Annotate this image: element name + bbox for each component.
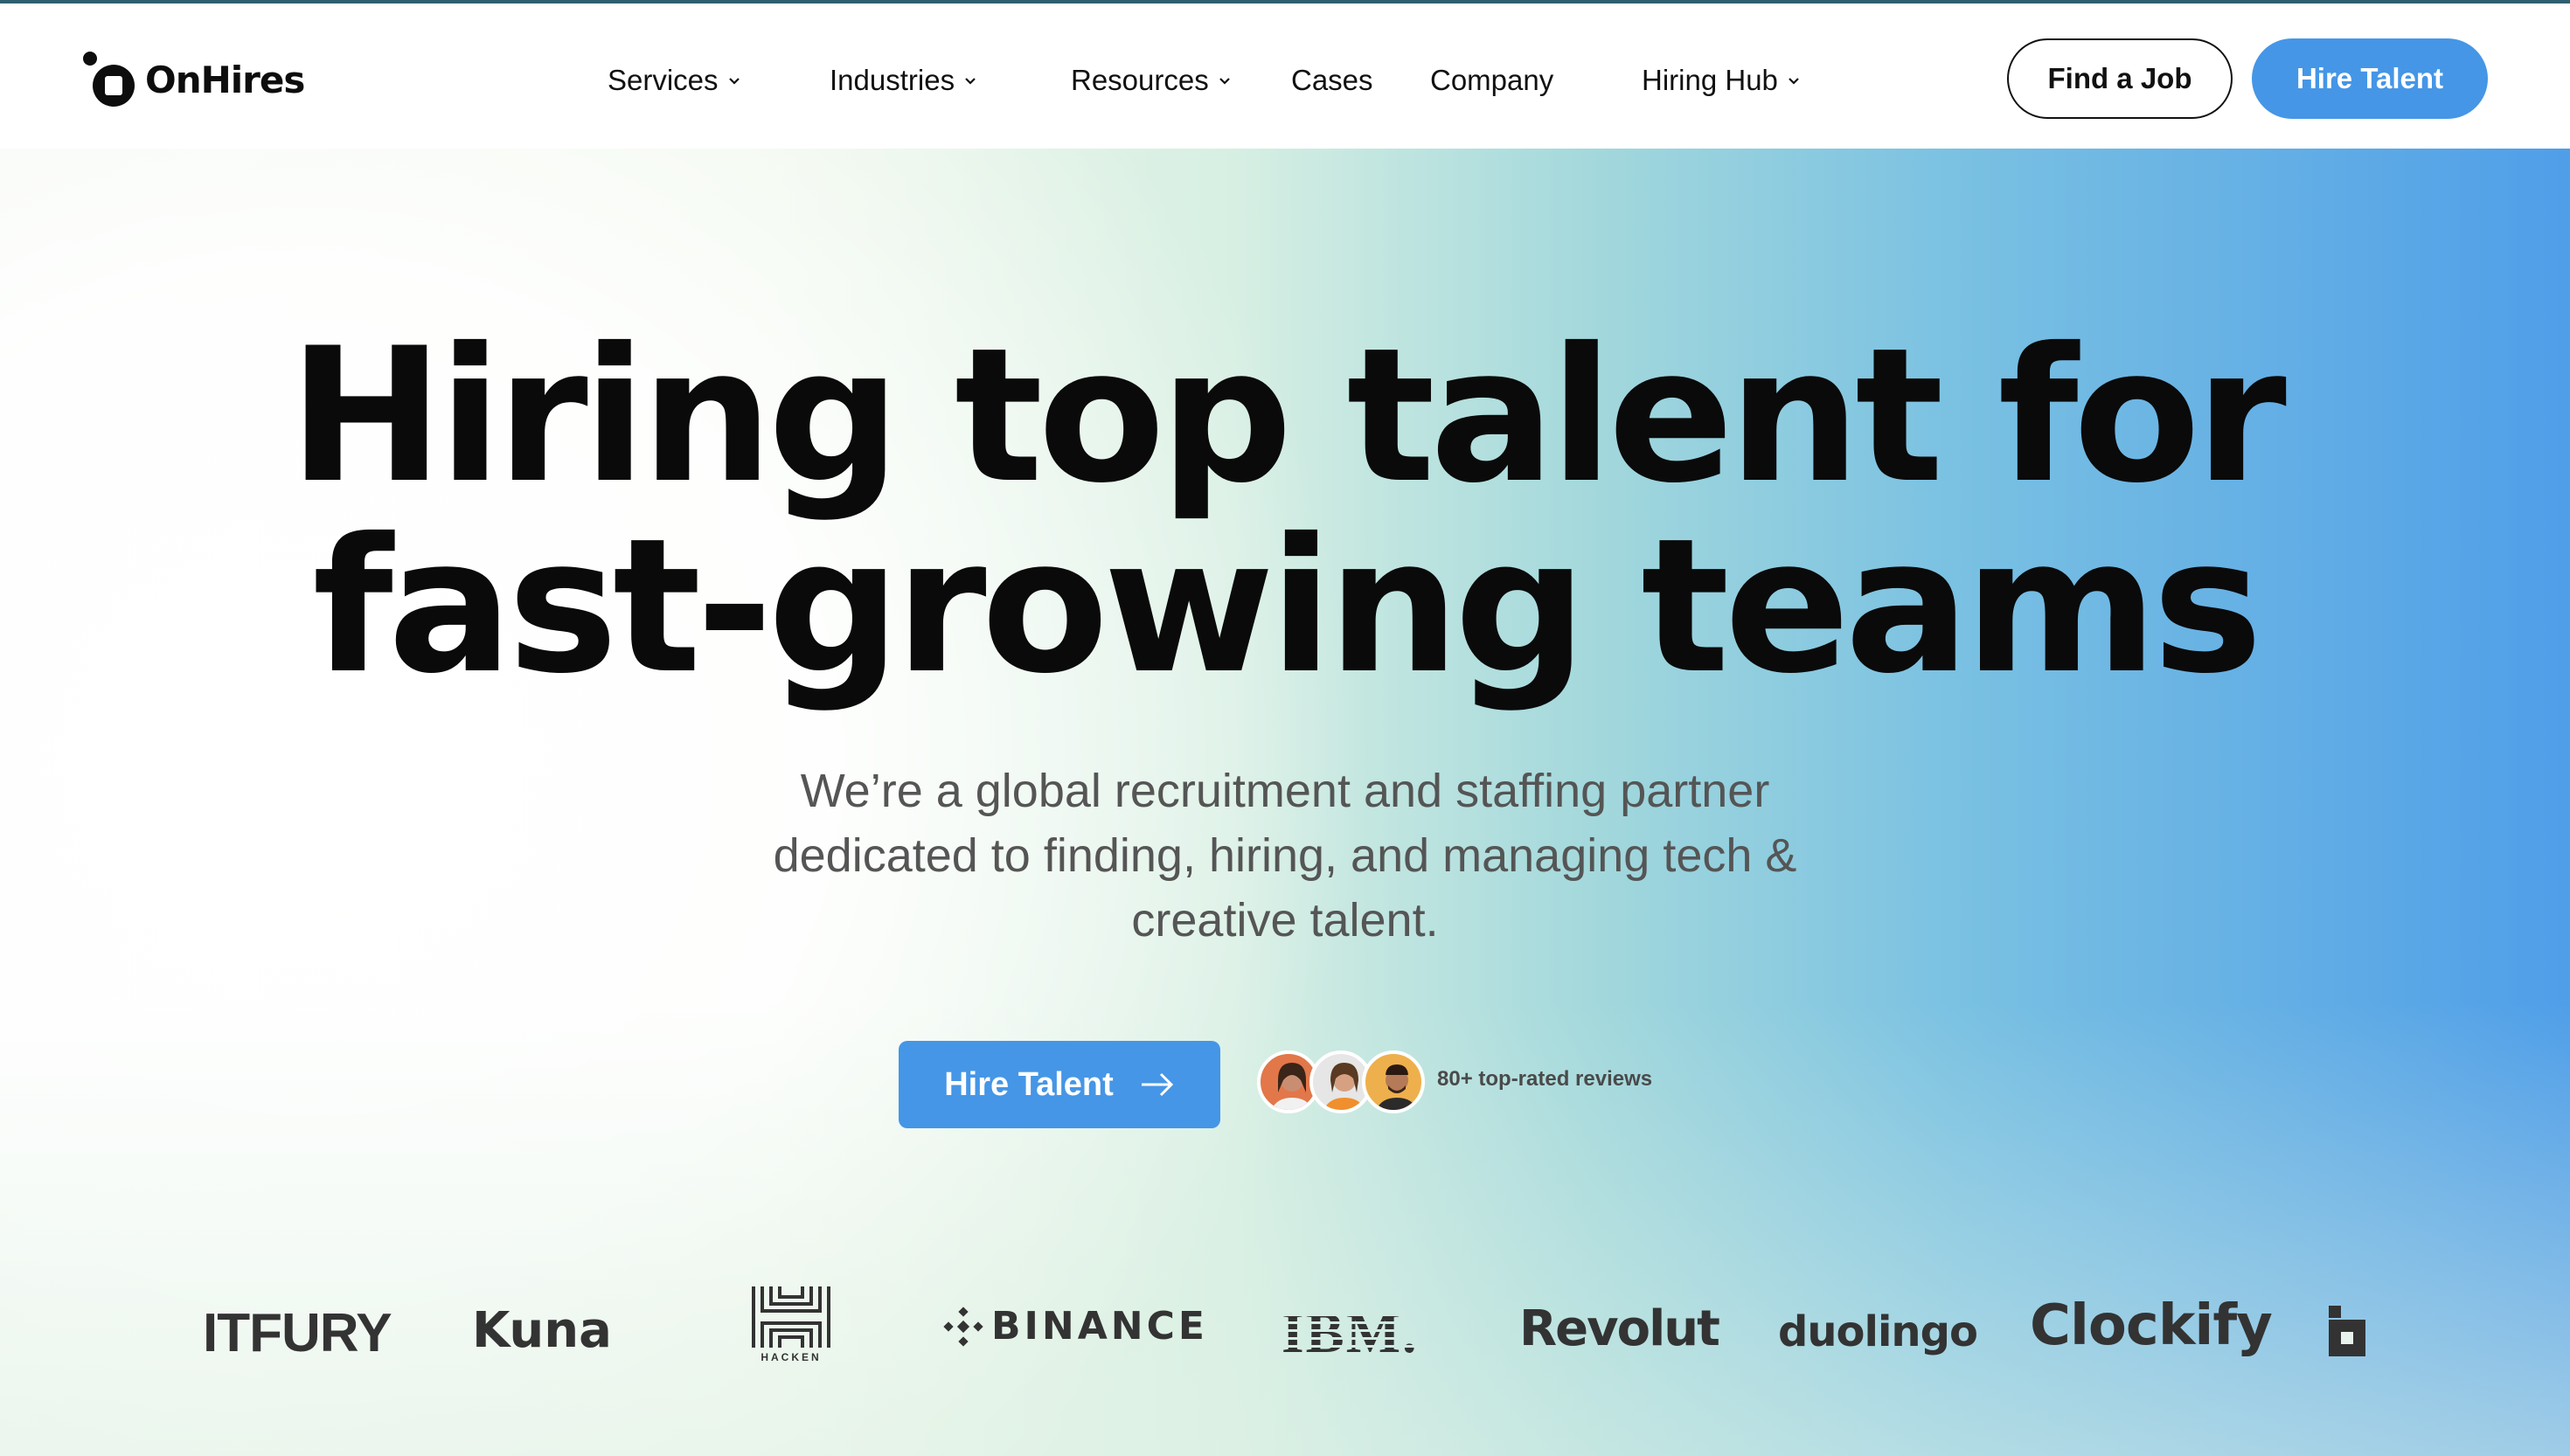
clockify-logo-text: Clockify: [2030, 1293, 2273, 1358]
nav-resources[interactable]: Resources: [1071, 59, 1232, 101]
nav-industries-label: Industries: [830, 64, 955, 96]
square-brand-logo: [2329, 1306, 2365, 1356]
nav-cases[interactable]: Cases: [1291, 59, 1373, 101]
hero-section: Hiring top talent for fast-growing teams…: [0, 149, 2570, 1456]
nav-company-label: Company: [1430, 64, 1554, 96]
chevron-down-icon: [1789, 78, 1799, 85]
kuna-logo-text: Kuna: [472, 1302, 612, 1359]
hire-talent-cta-button[interactable]: Hire Talent: [899, 1041, 1220, 1128]
ibm-logo-text: IBM.: [1282, 1301, 1419, 1365]
nav-hiring-hub[interactable]: Hiring Hub: [1642, 59, 1801, 101]
onhires-logo-icon: [83, 52, 135, 107]
reviewer-avatars: [1257, 1050, 1432, 1113]
duolingo-logo: duolingo: [1778, 1307, 1978, 1356]
nav-cases-label: Cases: [1291, 64, 1373, 96]
kuna-logo: Kuna: [472, 1302, 612, 1359]
nav-company[interactable]: Company: [1430, 59, 1553, 101]
avatar: [1362, 1050, 1425, 1113]
hacken-logo-text: HACKEN: [761, 1351, 822, 1363]
clockify-logo: Clockify: [2030, 1293, 2273, 1358]
hire-talent-header-button[interactable]: Hire Talent: [2252, 38, 2488, 119]
hero-subtitle: We’re a global recruitment and staffing …: [773, 765, 1797, 946]
binance-icon: [943, 1306, 983, 1347]
brand-logo[interactable]: OnHires: [80, 49, 305, 110]
brand-name: OnHires: [145, 58, 305, 101]
hero-headline-line2: fast-growing teams: [312, 498, 2262, 714]
ibm-logo: IBM.: [1282, 1300, 1419, 1367]
chevron-down-icon: [728, 78, 740, 85]
hero-headline-line1: Hiring top talent for: [288, 308, 2287, 523]
square-logo-icon: [2329, 1306, 2365, 1356]
nav-hiring-hub-label: Hiring Hub: [1642, 64, 1778, 96]
bitfury-logo-text: ITFURY: [203, 1303, 392, 1363]
nav-services-label: Services: [608, 64, 719, 96]
nav-resources-label: Resources: [1071, 64, 1209, 96]
cta-label: Hire Talent: [944, 1065, 1114, 1103]
bitfury-logo: ITFURY: [203, 1302, 392, 1364]
binance-logo: BINANCE: [942, 1304, 1208, 1349]
revolut-logo-text: Revolut: [1519, 1300, 1720, 1357]
find-a-job-button[interactable]: Find a Job: [2007, 38, 2233, 119]
reviews-count-text: 80+ top-rated reviews: [1437, 1067, 1653, 1091]
nav-industries[interactable]: Industries: [830, 59, 977, 101]
arrow-right-icon: [1141, 1072, 1173, 1097]
site-header: OnHires Services Industries Resources Ca…: [0, 3, 2570, 149]
hacken-logo: HACKEN: [750, 1285, 832, 1363]
revolut-logo: Revolut: [1519, 1300, 1720, 1357]
nav-services[interactable]: Services: [608, 59, 741, 101]
hacken-icon: [752, 1286, 830, 1348]
duolingo-logo-text: duolingo: [1778, 1307, 1978, 1356]
chevron-down-icon: [1219, 78, 1230, 85]
chevron-down-icon: [965, 78, 976, 85]
binance-logo-text: BINANCE: [991, 1304, 1208, 1349]
